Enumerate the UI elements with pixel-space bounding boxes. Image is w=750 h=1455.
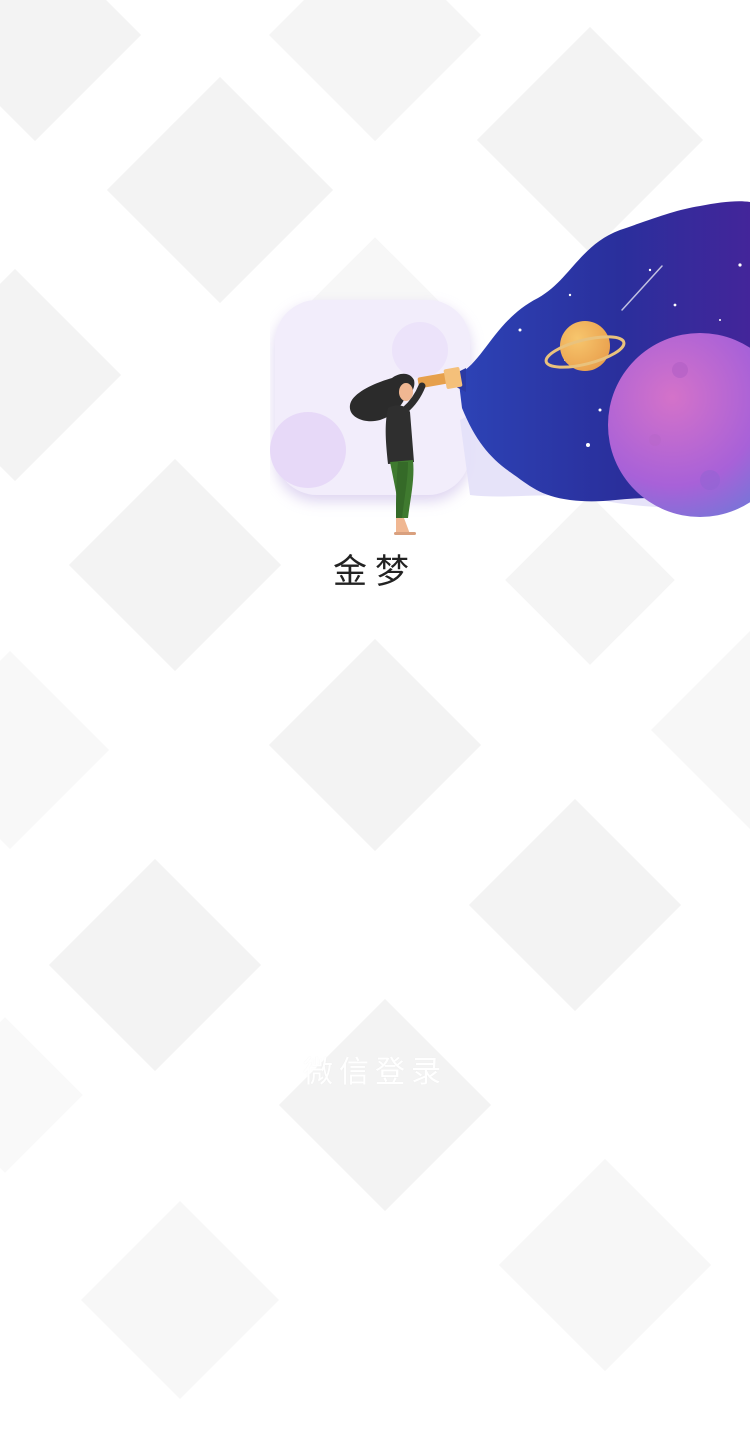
app-name: 金梦 bbox=[333, 552, 417, 592]
wechat-login-button[interactable]: 微信登录 bbox=[275, 1045, 475, 1101]
girl-with-telescope-logo bbox=[270, 201, 750, 535]
splash-screen: 金梦 微信登录 bbox=[0, 0, 750, 1455]
